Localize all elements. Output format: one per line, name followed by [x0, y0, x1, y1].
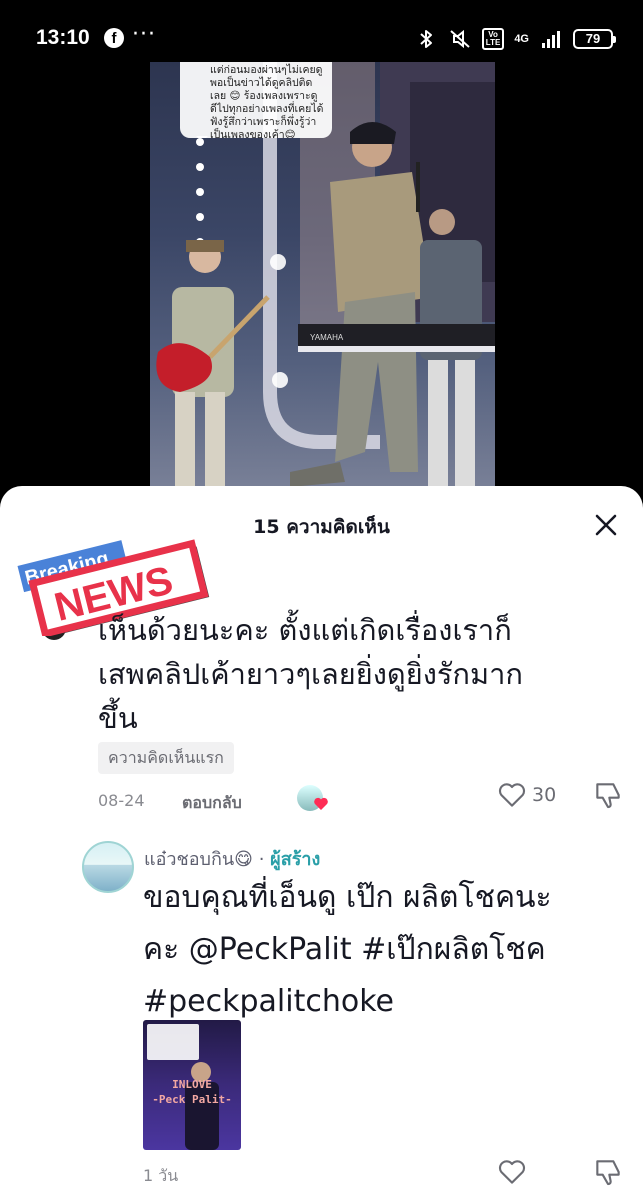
thumbnail-title: INLOVE: [172, 1078, 212, 1091]
reply-button[interactable]: ตอบกลับ: [182, 791, 242, 816]
bluetooth-icon: [420, 30, 432, 48]
separator: ·: [258, 849, 265, 870]
dislike-icon[interactable]: [592, 779, 624, 811]
comments-sheet: 15 ความคิดเห็น ke Breaking NEWS เห็นด้วย…: [0, 486, 643, 1200]
network-type: 4G: [514, 32, 529, 45]
close-icon[interactable]: [591, 510, 621, 540]
volte-icon: Vo LTE: [481, 28, 505, 50]
heart-icon[interactable]: [496, 1156, 528, 1188]
heart-icon[interactable]: [496, 779, 528, 811]
comment-line: ขึ้น: [98, 701, 138, 735]
mute-icon: [450, 29, 470, 49]
reply-date: 1 วัน: [143, 1166, 179, 1185]
comment-line: เห็นด้วยนะคะ ตั้งแต่เกิดเรื่องเราก็: [98, 613, 512, 647]
battery-icon: 79: [573, 29, 616, 49]
comment-text: เห็นด้วยนะคะ ตั้งแต่เกิดเรื่องเราก็ เสพค…: [98, 608, 523, 740]
comment-date: 08-24: [98, 791, 145, 810]
first-comment-badge: ความคิดเห็นแรก: [98, 742, 234, 774]
reply-username-text: แอ๋วชอบกิน😋: [144, 849, 253, 870]
comment-line: เสพคลิปเค้ายาวๆเลยยิ่งดูยิ่งรักมาก: [98, 657, 523, 691]
creator-tag: ผู้สร้าง: [270, 849, 321, 870]
video-player[interactable]: YAMAHA แต่ก่อนมองผ่านๆไม่เคยดู พอเป็นข่า…: [150, 62, 495, 492]
small-heart-icon: [314, 797, 328, 810]
more-notifications-icon: ···: [132, 22, 156, 47]
status-time: 13:10: [36, 26, 90, 49]
reply-line: คะ @PeckPalit #เป๊กผลิตโชค: [143, 932, 546, 967]
video-thumbnail[interactable]: INLOVE -Peck Palit-: [143, 1020, 241, 1150]
signal-icon: [542, 31, 560, 48]
thumbnail-subtitle: -Peck Palit-: [152, 1093, 232, 1106]
creator-avatar[interactable]: [82, 841, 134, 893]
facebook-icon: f: [104, 28, 124, 48]
reply-text: ขอบคุณที่เอ็นดู เป๊ก ผลิตโชคนะ คะ @PeckP…: [143, 872, 552, 1028]
dislike-icon[interactable]: [592, 1156, 624, 1188]
reply-username[interactable]: แอ๋วชอบกิน😋 · ผู้สร้าง: [144, 844, 320, 873]
reply-line: ขอบคุณที่เอ็นดู เป๊ก ผลิตโชคนะ: [143, 880, 552, 915]
video-quote-overlay: แต่ก่อนมองผ่านๆไม่เคยดู พอเป็นข่าวได้ดูค…: [180, 62, 332, 138]
like-count: 30: [532, 784, 557, 806]
keyboard-brand: YAMAHA: [310, 333, 344, 342]
status-icons: Vo LTE 4G 79: [414, 24, 616, 54]
screen: 13:10 f ··· Vo LTE 4G 79 YAMAHA แต่ก่อนม…: [0, 0, 643, 1200]
